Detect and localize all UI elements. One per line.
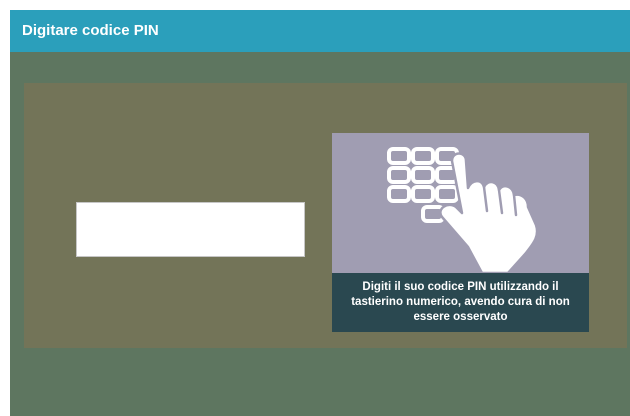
page-title: Digitare codice PIN bbox=[22, 22, 159, 39]
title-bar: Digitare codice PIN bbox=[10, 10, 630, 52]
keypad-instruction-card: Digiti il suo codice PIN utilizzando il … bbox=[332, 133, 589, 332]
pin-instruction-text: Digiti il suo codice PIN utilizzando il … bbox=[332, 273, 589, 332]
pin-input[interactable] bbox=[76, 202, 305, 257]
keypad-illustration bbox=[332, 133, 589, 275]
pin-entry-screen: Digitare codice PIN Digiti il suo codice… bbox=[10, 10, 630, 416]
keypad-hand-icon bbox=[387, 147, 539, 275]
content-panel: Digiti il suo codice PIN utilizzando il … bbox=[24, 83, 627, 348]
